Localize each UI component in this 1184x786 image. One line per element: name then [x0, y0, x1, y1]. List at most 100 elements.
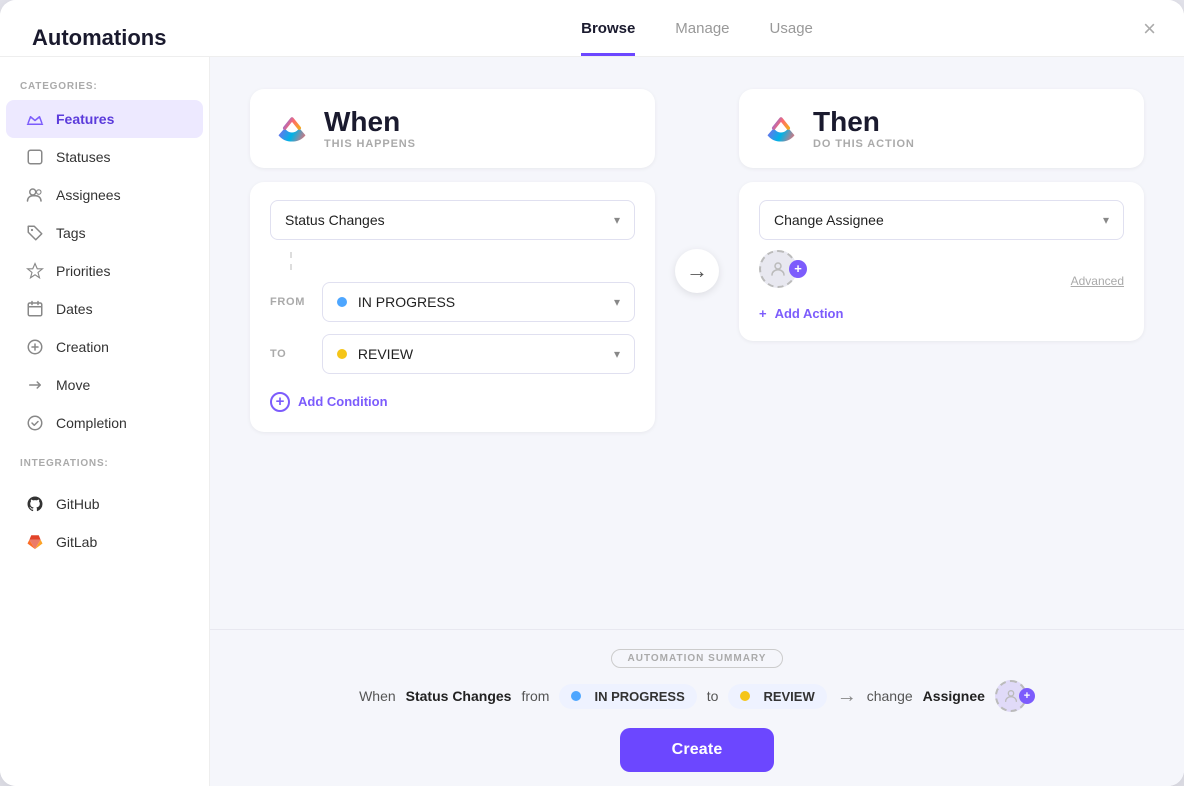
sidebar-item-priorities[interactable]: Priorities: [6, 252, 203, 290]
when-title: When: [324, 107, 416, 138]
clickup-logo: [274, 110, 310, 146]
chevron-down-icon: ▾: [614, 347, 620, 361]
from-status-label: IN PROGRESS: [358, 294, 455, 310]
sidebar-item-dates[interactable]: Dates: [6, 290, 203, 328]
to-status-select[interactable]: REVIEW ▾: [322, 334, 635, 374]
modal-header: Automations Browse Manage Usage ×: [0, 0, 1184, 57]
modal-body: CATEGORIES: Features Statuses: [0, 57, 1184, 786]
tab-manage[interactable]: Manage: [675, 20, 729, 56]
to-status-label: REVIEW: [358, 346, 413, 362]
tab-browse[interactable]: Browse: [581, 20, 635, 56]
then-body-inner: Change Assignee ▾: [759, 200, 1124, 288]
gitlab-icon: [26, 533, 44, 551]
add-action-button[interactable]: + Add Action: [759, 300, 1124, 323]
dates-icon: [26, 300, 44, 318]
then-panel: Then DO THIS ACTION Change Assignee ▾: [739, 89, 1144, 341]
add-action-label: Add Action: [775, 306, 844, 321]
close-button[interactable]: ×: [1143, 18, 1156, 40]
sidebar-item-move[interactable]: Move: [6, 366, 203, 404]
create-button[interactable]: Create: [620, 728, 775, 772]
completion-icon: [26, 414, 44, 432]
arrow-connector: →: [675, 89, 719, 293]
sidebar-item-gitlab[interactable]: GitLab: [6, 523, 203, 561]
sidebar-item-completion[interactable]: Completion: [6, 404, 203, 442]
categories-label: CATEGORIES:: [0, 81, 209, 100]
assignee-placeholder-wrapper: +: [759, 250, 807, 288]
summary-in-progress-badge: IN PROGRESS: [559, 684, 696, 709]
to-label: TO: [270, 348, 310, 360]
summary-label: AUTOMATION SUMMARY: [611, 649, 784, 668]
sidebar-item-label: Tags: [56, 225, 86, 241]
summary-arrow-icon: →: [837, 685, 857, 708]
avatar-plus-icon: +: [789, 260, 807, 278]
tab-usage[interactable]: Usage: [770, 20, 813, 56]
priorities-icon: [26, 262, 44, 280]
sidebar-item-creation[interactable]: Creation: [6, 328, 203, 366]
summary-status-changes: Status Changes: [406, 688, 512, 704]
github-icon: [26, 495, 44, 513]
summary-avatar-plus-icon: +: [1019, 688, 1035, 704]
when-panel: When THIS HAPPENS Status Changes ▾: [250, 89, 655, 432]
statuses-icon: [26, 148, 44, 166]
creation-icon: [26, 338, 44, 356]
add-condition-button[interactable]: + Add Condition: [270, 386, 635, 414]
sidebar-item-label: Assignees: [56, 187, 121, 203]
summary-to: to: [707, 688, 719, 704]
sidebar-item-statuses[interactable]: Statuses: [6, 138, 203, 176]
when-header-card: When THIS HAPPENS: [250, 89, 655, 168]
then-subtitle: DO THIS ACTION: [813, 138, 915, 150]
automation-row: When THIS HAPPENS Status Changes ▾: [250, 89, 1144, 609]
sidebar-item-label: Statuses: [56, 149, 110, 165]
chevron-down-icon: ▾: [614, 295, 620, 309]
main-content-area: When THIS HAPPENS Status Changes ▾: [210, 57, 1184, 786]
arrow-circle: →: [675, 249, 719, 293]
sidebar-item-label: Priorities: [56, 263, 110, 279]
trigger-select[interactable]: Status Changes ▾: [270, 200, 635, 240]
action-select[interactable]: Change Assignee ▾: [759, 200, 1124, 240]
tags-icon: [26, 224, 44, 242]
action-label: Change Assignee: [774, 212, 884, 228]
summary-bar: AUTOMATION SUMMARY When Status Changes f…: [210, 629, 1184, 786]
when-subtitle: THIS HAPPENS: [324, 138, 416, 150]
summary-review-badge: REVIEW: [728, 684, 826, 709]
sidebar-item-tags[interactable]: Tags: [6, 214, 203, 252]
sidebar-item-assignees[interactable]: Assignees: [6, 176, 203, 214]
clickup-logo-then: [763, 110, 799, 146]
add-condition-label: Add Condition: [298, 394, 388, 409]
sidebar-item-label: Creation: [56, 339, 109, 355]
in-progress-dot: [337, 297, 347, 307]
review-dot: [337, 349, 347, 359]
sidebar-item-label: GitLab: [56, 534, 97, 550]
chevron-down-icon: ▾: [614, 213, 620, 227]
summary-review-text: REVIEW: [763, 689, 814, 704]
assignee-row: + Advanced: [759, 250, 1124, 288]
plus-circle-icon: +: [270, 392, 290, 412]
then-body: Change Assignee ▾: [739, 182, 1144, 341]
advanced-link[interactable]: Advanced: [1071, 274, 1124, 288]
sidebar-item-label: Move: [56, 377, 90, 393]
sidebar-item-label: GitHub: [56, 496, 100, 512]
sidebar: CATEGORIES: Features Statuses: [0, 57, 210, 786]
sidebar-item-github[interactable]: GitHub: [6, 485, 203, 523]
trigger-label: Status Changes: [285, 212, 385, 228]
dashed-connector: [290, 252, 635, 270]
summary-change: change: [867, 688, 913, 704]
from-status-select[interactable]: IN PROGRESS ▾: [322, 282, 635, 322]
modal-tabs: Browse Manage Usage: [242, 20, 1152, 56]
assignees-icon: [26, 186, 44, 204]
sidebar-item-label: Completion: [56, 415, 127, 431]
summary-assignee: Assignee: [923, 688, 985, 704]
then-title: Then: [813, 107, 915, 138]
move-icon: [26, 376, 44, 394]
chevron-down-icon: ▾: [1103, 213, 1109, 227]
summary-when: When: [359, 688, 396, 704]
to-row: TO REVIEW ▾: [270, 334, 635, 374]
automations-modal: Automations Browse Manage Usage × CATEGO…: [0, 0, 1184, 786]
summary-in-progress-dot: [571, 691, 581, 701]
summary-content: When Status Changes from IN PROGRESS to …: [250, 680, 1144, 712]
sidebar-item-features[interactable]: Features: [6, 100, 203, 138]
summary-in-progress-text: IN PROGRESS: [594, 689, 684, 704]
summary-from: from: [521, 688, 549, 704]
modal-title: Automations: [32, 25, 242, 51]
summary-review-dot: [740, 691, 750, 701]
